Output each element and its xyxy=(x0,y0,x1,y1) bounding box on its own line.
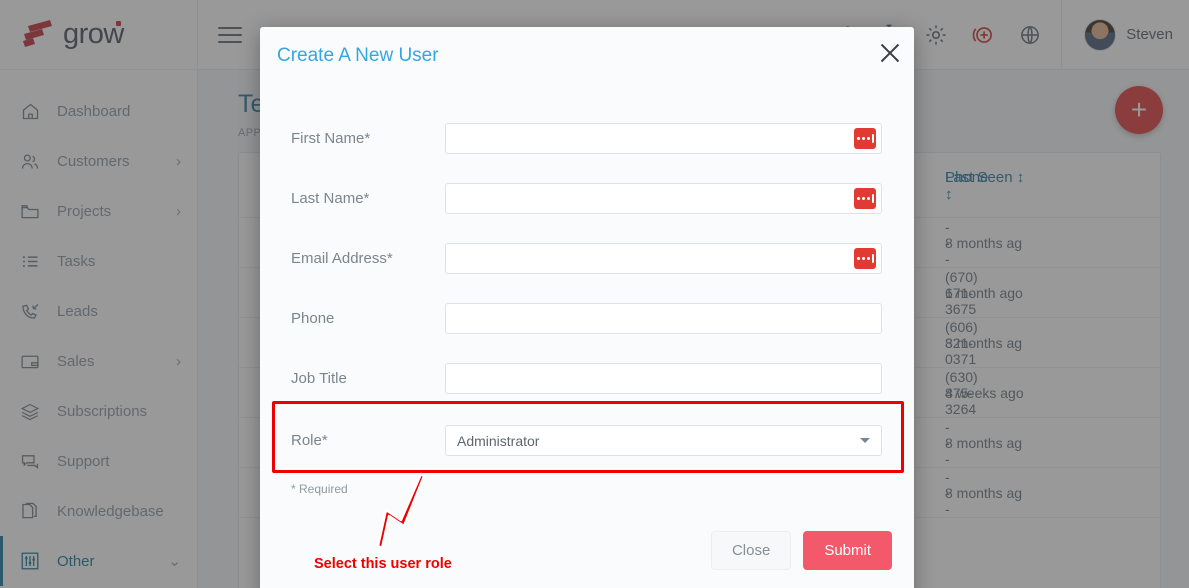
dot xyxy=(867,197,870,200)
label-email-address: Email Address* xyxy=(260,250,445,267)
last-name-input[interactable] xyxy=(445,183,882,214)
submit-button[interactable]: Submit xyxy=(803,531,892,570)
annotation-text: Select this user role xyxy=(314,556,452,572)
password-dots-icon[interactable] xyxy=(854,128,876,149)
form-row-phone: Phone xyxy=(260,288,914,348)
label-last-name: Last Name* xyxy=(260,190,445,207)
email-field[interactable] xyxy=(445,243,882,274)
annotation-arrow-icon xyxy=(372,472,442,557)
form-row-first-name: First Name* xyxy=(260,108,914,168)
role-selected-value: Administrator xyxy=(457,433,539,449)
dot xyxy=(857,257,860,260)
modal-title: Create A New User xyxy=(277,45,439,67)
dot xyxy=(862,257,865,260)
password-dots-icon[interactable] xyxy=(854,248,876,269)
cursor-bar xyxy=(872,254,874,263)
label-phone: Phone xyxy=(260,310,445,327)
label-first-name: First Name* xyxy=(260,130,445,147)
create-user-form: First Name* Last Name* xyxy=(260,108,914,473)
form-row-last-name: Last Name* xyxy=(260,168,914,228)
form-row-email: Email Address* xyxy=(260,228,914,288)
dot xyxy=(857,197,860,200)
job-title-input[interactable] xyxy=(445,363,882,394)
label-job-title: Job Title xyxy=(260,370,445,387)
dot xyxy=(867,257,870,260)
required-note: * Required xyxy=(291,482,348,496)
dot xyxy=(862,197,865,200)
dot xyxy=(867,137,870,140)
dot xyxy=(862,137,865,140)
job-title-wrapper xyxy=(445,363,882,394)
dot xyxy=(857,137,860,140)
form-row-job-title: Job Title xyxy=(260,348,914,408)
last-name-wrapper xyxy=(445,183,882,214)
close-icon[interactable] xyxy=(875,38,905,68)
first-name-input[interactable] xyxy=(445,123,882,154)
cursor-bar xyxy=(872,194,874,203)
app-root: grow Dashboard xyxy=(0,0,1189,588)
role-select[interactable]: Administrator xyxy=(445,425,882,456)
phone-input[interactable] xyxy=(445,303,882,334)
password-dots-icon[interactable] xyxy=(854,188,876,209)
first-name-wrapper xyxy=(445,123,882,154)
cursor-bar xyxy=(872,134,874,143)
form-row-role: Role* Administrator xyxy=(260,408,914,473)
role-select-wrapper: Administrator xyxy=(445,425,882,456)
label-role: Role* xyxy=(260,432,445,449)
phone-wrapper xyxy=(445,303,882,334)
email-wrapper xyxy=(445,243,882,274)
cancel-button[interactable]: Close xyxy=(711,531,791,570)
